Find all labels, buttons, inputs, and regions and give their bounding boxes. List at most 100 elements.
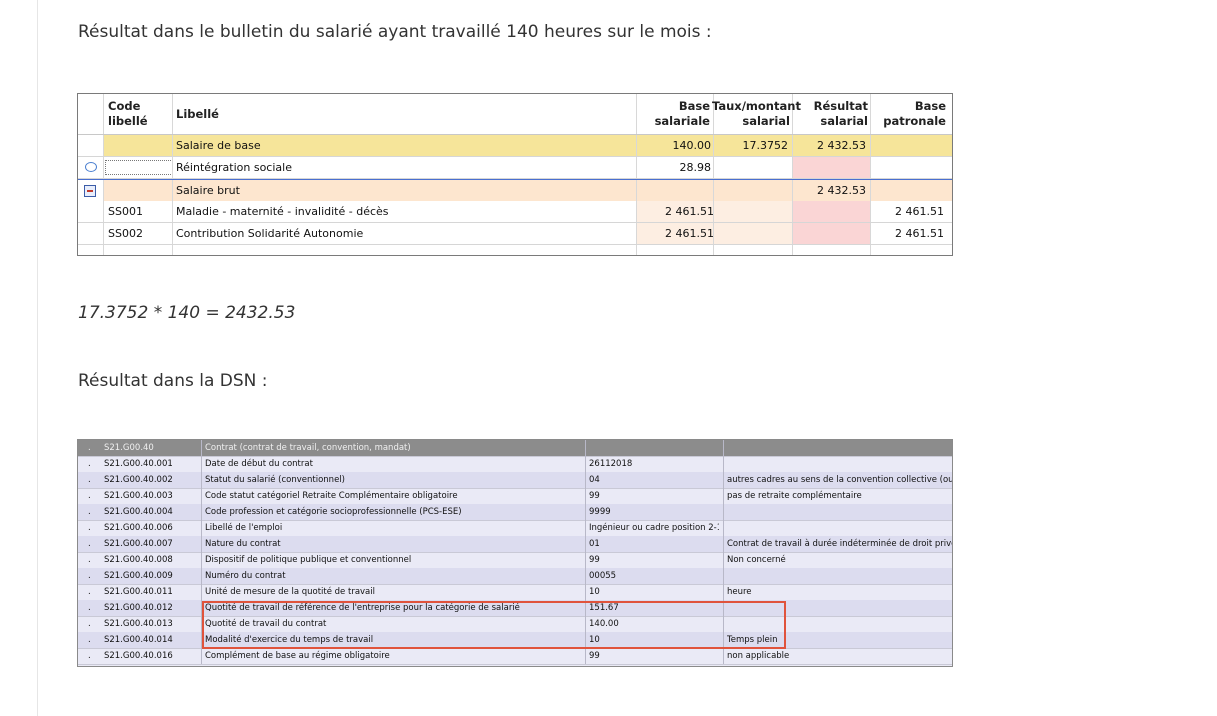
dsn-row-code: S21.G00.40.007 <box>104 539 173 549</box>
row-code: SS001 <box>108 205 143 218</box>
dsn-row-description <box>727 440 952 456</box>
header-libelle: Libellé <box>176 107 219 121</box>
dsn-row-value: 99 <box>589 555 600 565</box>
dsn-row[interactable]: . S21.G00.40.006 Libellé de l'emploi Ingéni… <box>78 520 952 537</box>
dsn-row-bullet: . <box>88 507 91 517</box>
dsn-row[interactable]: . S21.G00.40.001 Date de début du contrat 2… <box>78 456 952 473</box>
dsn-row[interactable]: . S21.G00.40.008 Dispositif de politique p… <box>78 552 952 569</box>
dsn-row-bullet: . <box>88 587 91 597</box>
dsn-row-code: S21.G00.40.016 <box>104 651 173 661</box>
row-base: 2 461.51 <box>665 205 714 218</box>
dsn-row-value: 00055 <box>589 571 617 581</box>
dsn-row-bullet: . <box>88 619 91 629</box>
dsn-row-bullet: . <box>88 491 91 501</box>
dsn-row[interactable]: . S21.G00.40.004 Code profession et catégo… <box>78 504 952 521</box>
dsn-row-value: 01 <box>589 539 600 549</box>
header-code: Code libellé <box>108 99 148 128</box>
header-taux-salarial: Taux/montant salarial <box>712 99 801 128</box>
dsn-table-screenshot: . S21.G00.40 Contrat (contrat de travail, … <box>77 439 953 667</box>
dsn-row-description: Non concerné <box>727 555 786 565</box>
dsn-row-bullet: . <box>88 475 91 485</box>
payslip-row[interactable]: Réintégration sociale 28.98 <box>78 157 952 179</box>
dsn-row-value <box>589 440 719 456</box>
dsn-row-label: Complément de base au régime obligatoire <box>205 651 390 661</box>
dsn-row-bullet: . <box>88 555 91 565</box>
dsn-row[interactable]: . S21.G00.40.007 Nature du contrat 01 Contra… <box>78 536 952 553</box>
code-edit-field[interactable] <box>105 160 173 175</box>
row-base-patronale: 2 461.51 <box>895 227 944 240</box>
dsn-row-bullet: . <box>88 603 91 613</box>
payslip-row[interactable]: SS002 Contribution Solidarité Autonomie … <box>78 223 952 245</box>
row-libelle: Salaire de base <box>176 139 261 152</box>
dsn-row-code: S21.G00.40.012 <box>104 603 173 613</box>
dsn-row-value: 26112018 <box>589 459 633 469</box>
highlight-box <box>202 601 786 649</box>
dsn-row-label: Code profession et catégorie socioprofes… <box>205 507 462 517</box>
row-base: 2 461.51 <box>665 227 714 240</box>
row-libelle: Salaire brut <box>176 184 240 197</box>
dsn-row[interactable]: . S21.G00.40.011 Unité de mesure de la quo… <box>78 584 952 601</box>
dsn-row-value: 99 <box>589 491 600 501</box>
dsn-row-bullet: . <box>88 523 91 533</box>
dsn-row-description <box>727 456 952 472</box>
dsn-row-code: S21.G00.40.014 <box>104 635 173 645</box>
row-resultat: 2 432.53 <box>817 184 866 197</box>
dsn-row-label: Libellé de l'emploi <box>205 523 283 533</box>
collapse-icon[interactable] <box>84 185 96 197</box>
row-base-patronale: 2 461.51 <box>895 205 944 218</box>
dsn-row-code: S21.G00.40.009 <box>104 571 173 581</box>
row-base: 28.98 <box>679 161 712 174</box>
dsn-row-label: Contrat (contrat de travail, convention,… <box>205 443 411 453</box>
payslip-table-screenshot: Code libellé Libellé Base salariale Taux/m… <box>77 93 953 256</box>
payslip-row[interactable]: SS001 Maladie - maternité - invalidité -… <box>78 201 952 223</box>
dsn-row-description: autres cadres au sens de la convention c… <box>727 475 952 485</box>
header-base-salariale: Base salariale <box>654 99 710 128</box>
dsn-row[interactable]: . S21.G00.40.003 Code statut catégoriel Re… <box>78 488 952 505</box>
content-left-border <box>37 0 38 716</box>
dsn-row-label: Code statut catégoriel Retraite Compléme… <box>205 491 458 501</box>
comment-bubble-icon[interactable] <box>85 162 97 172</box>
row-libelle: Maladie - maternité - invalidité - décès <box>176 205 389 218</box>
header-base-patronale: Base patronale <box>883 99 946 128</box>
dsn-row-code: S21.G00.40.006 <box>104 523 173 533</box>
dsn-row-description: non applicable <box>727 651 790 661</box>
dsn-row-description <box>727 504 952 520</box>
dsn-row-code: S21.G00.40.002 <box>104 475 173 485</box>
payslip-row-cut <box>78 245 952 255</box>
row-base: 140.00 <box>672 139 712 152</box>
dsn-row-description: pas de retraite complémentaire <box>727 491 862 501</box>
header-resultat-salarial: Résultat salarial <box>813 99 868 128</box>
dsn-row[interactable]: . S21.G00.40.002 Statut du salarié (conven… <box>78 472 952 489</box>
dsn-row-code: S21.G00.40.004 <box>104 507 173 517</box>
dsn-row[interactable]: . S21.G00.40.009 Numéro du contrat 00055 <box>78 568 952 585</box>
dsn-row-code: S21.G00.40.011 <box>104 587 173 597</box>
formula-text: 17.3752 * 140 = 2432.53 <box>78 303 296 323</box>
dsn-row-bullet: . <box>88 571 91 581</box>
dsn-row-description: heure <box>727 587 752 597</box>
dsn-row-code: S21.G00.40.013 <box>104 619 173 629</box>
dsn-row-value: 99 <box>589 651 600 661</box>
dsn-row-description <box>727 520 952 536</box>
payslip-row[interactable]: Salaire brut 2 432.53 <box>78 179 952 202</box>
row-resultat: 2 432.53 <box>817 139 866 152</box>
dsn-row-bullet: . <box>88 539 91 549</box>
dsn-row-label: Nature du contrat <box>205 539 281 549</box>
payslip-table-header: Code libellé Libellé Base salariale Taux/m… <box>78 94 952 135</box>
row-libelle: Contribution Solidarité Autonomie <box>176 227 364 240</box>
dsn-row-code: S21.G00.40.001 <box>104 459 173 469</box>
dsn-row[interactable]: . S21.G00.40.016 Complément de base au rég… <box>78 648 952 665</box>
dsn-row-bullet: . <box>88 443 91 453</box>
dsn-row-description <box>727 568 952 584</box>
dsn-row-value: 9999 <box>589 507 611 517</box>
dsn-row-description: Contrat de travail à durée indéterminée … <box>727 539 952 549</box>
dsn-header-row[interactable]: . S21.G00.40 Contrat (contrat de travail, … <box>78 440 952 457</box>
dsn-row-value: 10 <box>589 587 600 597</box>
dsn-row-code: S21.G00.40.003 <box>104 491 173 501</box>
row-taux: 17.3752 <box>742 139 789 152</box>
bulletin-intro-text: Résultat dans le bulletin du salarié aya… <box>78 22 712 42</box>
dsn-row-bullet: . <box>88 635 91 645</box>
payslip-row[interactable]: Salaire de base 140.00 17.3752 2 432.53 <box>78 135 952 157</box>
row-libelle: Réintégration sociale <box>176 161 292 174</box>
dsn-row-label: Statut du salarié (conventionnel) <box>205 475 345 485</box>
dsn-row-label: Numéro du contrat <box>205 571 286 581</box>
